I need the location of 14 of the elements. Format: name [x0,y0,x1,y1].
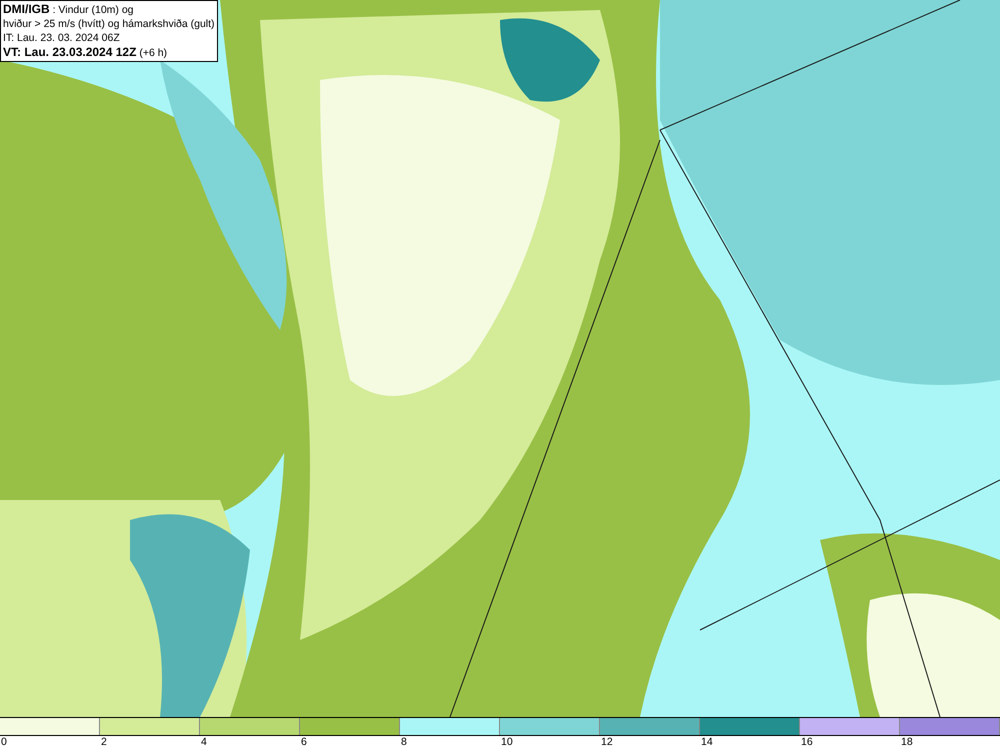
legend-tick-label: 18 [900,736,913,747]
legend-tick-label: 12 [600,736,613,747]
info-text: DMI/IGB : Vindur (10m) og [3,2,135,17]
legend-tick-label: 2 [100,736,107,747]
legend-tick-label: 4 [200,736,207,747]
legend-tick-label: 10 [500,736,513,747]
info-text: IT: Lau. 23. 03. 2024 06Z [3,31,121,45]
legend-tick-label: 8 [400,736,407,747]
info-text: VT: Lau. 23.03.2024 12Z (+6 h) [3,45,168,60]
legend-tick-label: 0 [0,736,7,747]
info-text: hviður > 25 m/s (hvítt) og hámarkshviða (gult) [3,17,215,31]
legend-tick-label: 14 [700,736,713,747]
legend-tick-label: 16 [800,736,813,747]
legend-tick-label: 6 [300,736,307,747]
